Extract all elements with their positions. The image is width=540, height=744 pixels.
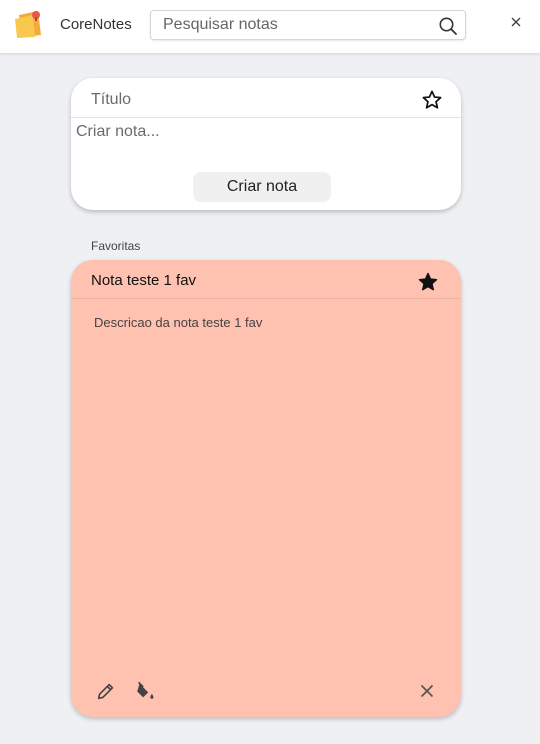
- star-filled-icon[interactable]: [417, 271, 439, 293]
- search-input[interactable]: [151, 11, 431, 39]
- divider: [71, 298, 461, 299]
- search-icon[interactable]: [438, 16, 458, 36]
- paint-bucket-icon[interactable]: [134, 680, 156, 702]
- close-icon[interactable]: [508, 14, 524, 30]
- favorite-note-card: Nota teste 1 fav Descricao da nota teste…: [71, 260, 461, 717]
- sticky-notes-logo-icon: [15, 11, 41, 38]
- app-title: CoreNotes: [60, 16, 132, 33]
- note-title-input[interactable]: [91, 89, 411, 111]
- app-header: CoreNotes: [0, 0, 540, 53]
- close-icon[interactable]: [416, 680, 438, 702]
- create-note-card: Criar nota: [71, 78, 461, 210]
- note-title: Nota teste 1 fav: [91, 272, 197, 289]
- search-box: [150, 10, 466, 40]
- favorites-section-label: Favoritas: [91, 239, 141, 253]
- note-description: Descricao da nota teste 1 fav: [94, 315, 263, 330]
- star-outline-icon[interactable]: [421, 89, 443, 111]
- create-note-button[interactable]: Criar nota: [193, 172, 331, 202]
- divider: [71, 117, 461, 118]
- pencil-icon[interactable]: [95, 680, 117, 702]
